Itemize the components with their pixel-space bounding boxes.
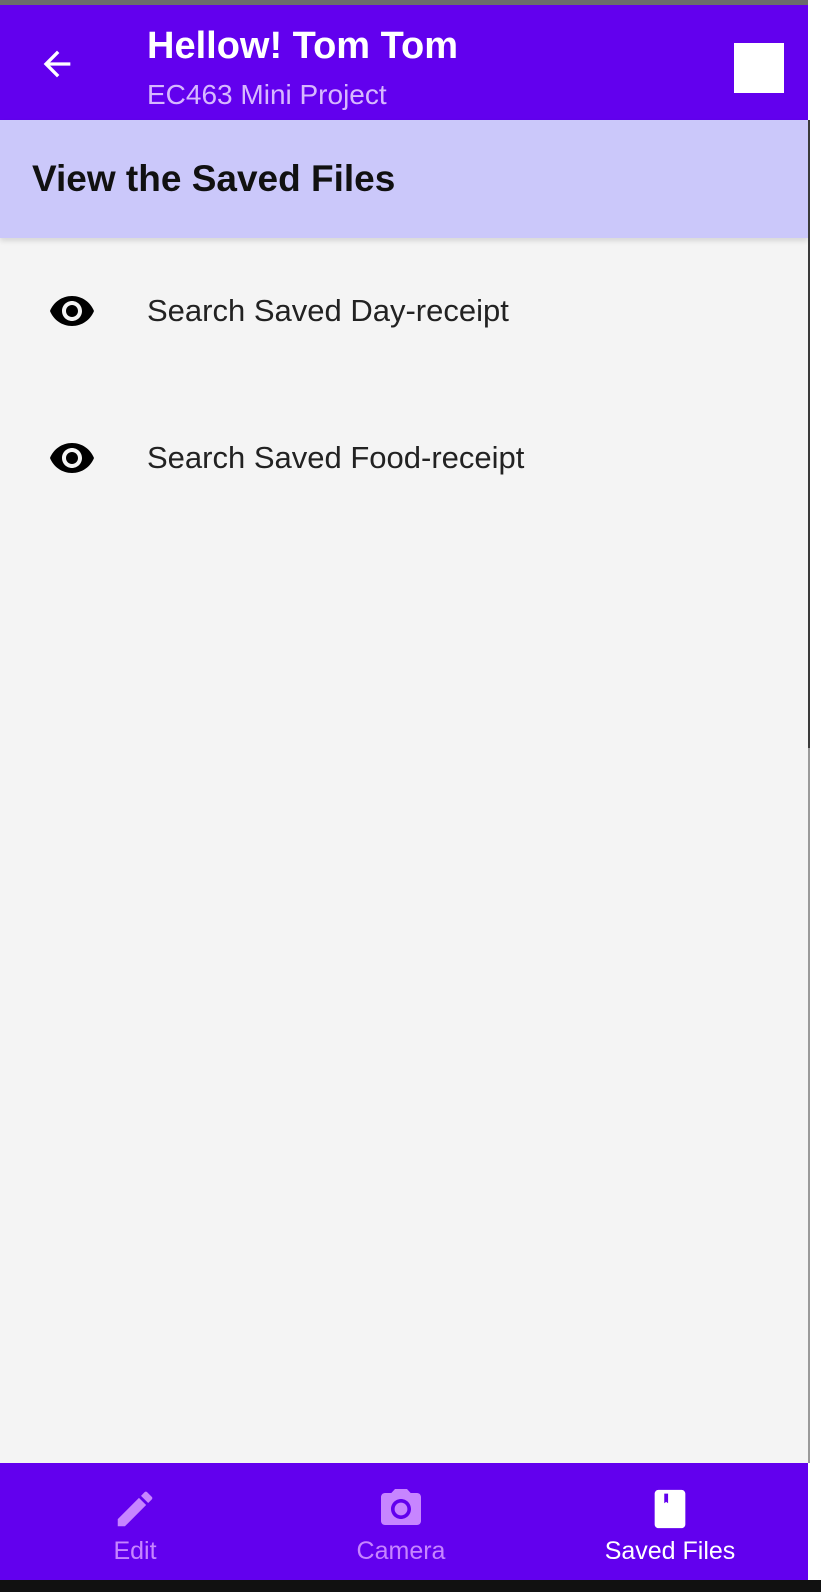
arrow-left-icon bbox=[43, 50, 71, 78]
action-button[interactable] bbox=[734, 43, 784, 93]
app-bar: Hellow! Tom Tom EC463 Mini Project bbox=[0, 5, 808, 120]
app-title: Hellow! Tom Tom bbox=[147, 25, 459, 67]
nav-item-camera[interactable]: Camera bbox=[266, 1463, 536, 1580]
back-button[interactable] bbox=[30, 37, 84, 91]
list-item-day-receipt[interactable]: Search Saved Day-receipt bbox=[0, 261, 808, 361]
list-item-food-receipt[interactable]: Search Saved Food-receipt bbox=[0, 408, 808, 508]
list-item-label: Search Saved Day-receipt bbox=[147, 293, 509, 328]
window-edge bbox=[808, 0, 821, 1592]
eye-icon bbox=[48, 434, 96, 482]
pencil-icon bbox=[111, 1485, 159, 1533]
eye-icon bbox=[48, 287, 96, 335]
bottom-navigation: Edit Camera Saved Files bbox=[0, 1463, 808, 1580]
nav-item-saved-files[interactable]: Saved Files bbox=[535, 1463, 805, 1580]
nav-item-edit[interactable]: Edit bbox=[0, 1463, 270, 1580]
camera-icon bbox=[377, 1485, 425, 1533]
edge-line bbox=[808, 748, 810, 1463]
app-screen: Hellow! Tom Tom EC463 Mini Project View … bbox=[0, 0, 808, 1592]
nav-label: Saved Files bbox=[604, 1537, 736, 1565]
edge-line bbox=[808, 120, 810, 748]
list-item-label: Search Saved Food-receipt bbox=[147, 440, 525, 475]
app-subtitle: EC463 Mini Project bbox=[147, 79, 387, 110]
system-bottom-bar bbox=[0, 1580, 821, 1592]
section-title: View the Saved Files bbox=[32, 158, 396, 199]
nav-label: Camera bbox=[356, 1537, 446, 1565]
book-icon bbox=[646, 1485, 694, 1533]
nav-label: Edit bbox=[113, 1537, 157, 1565]
section-header: View the Saved Files bbox=[0, 120, 808, 238]
